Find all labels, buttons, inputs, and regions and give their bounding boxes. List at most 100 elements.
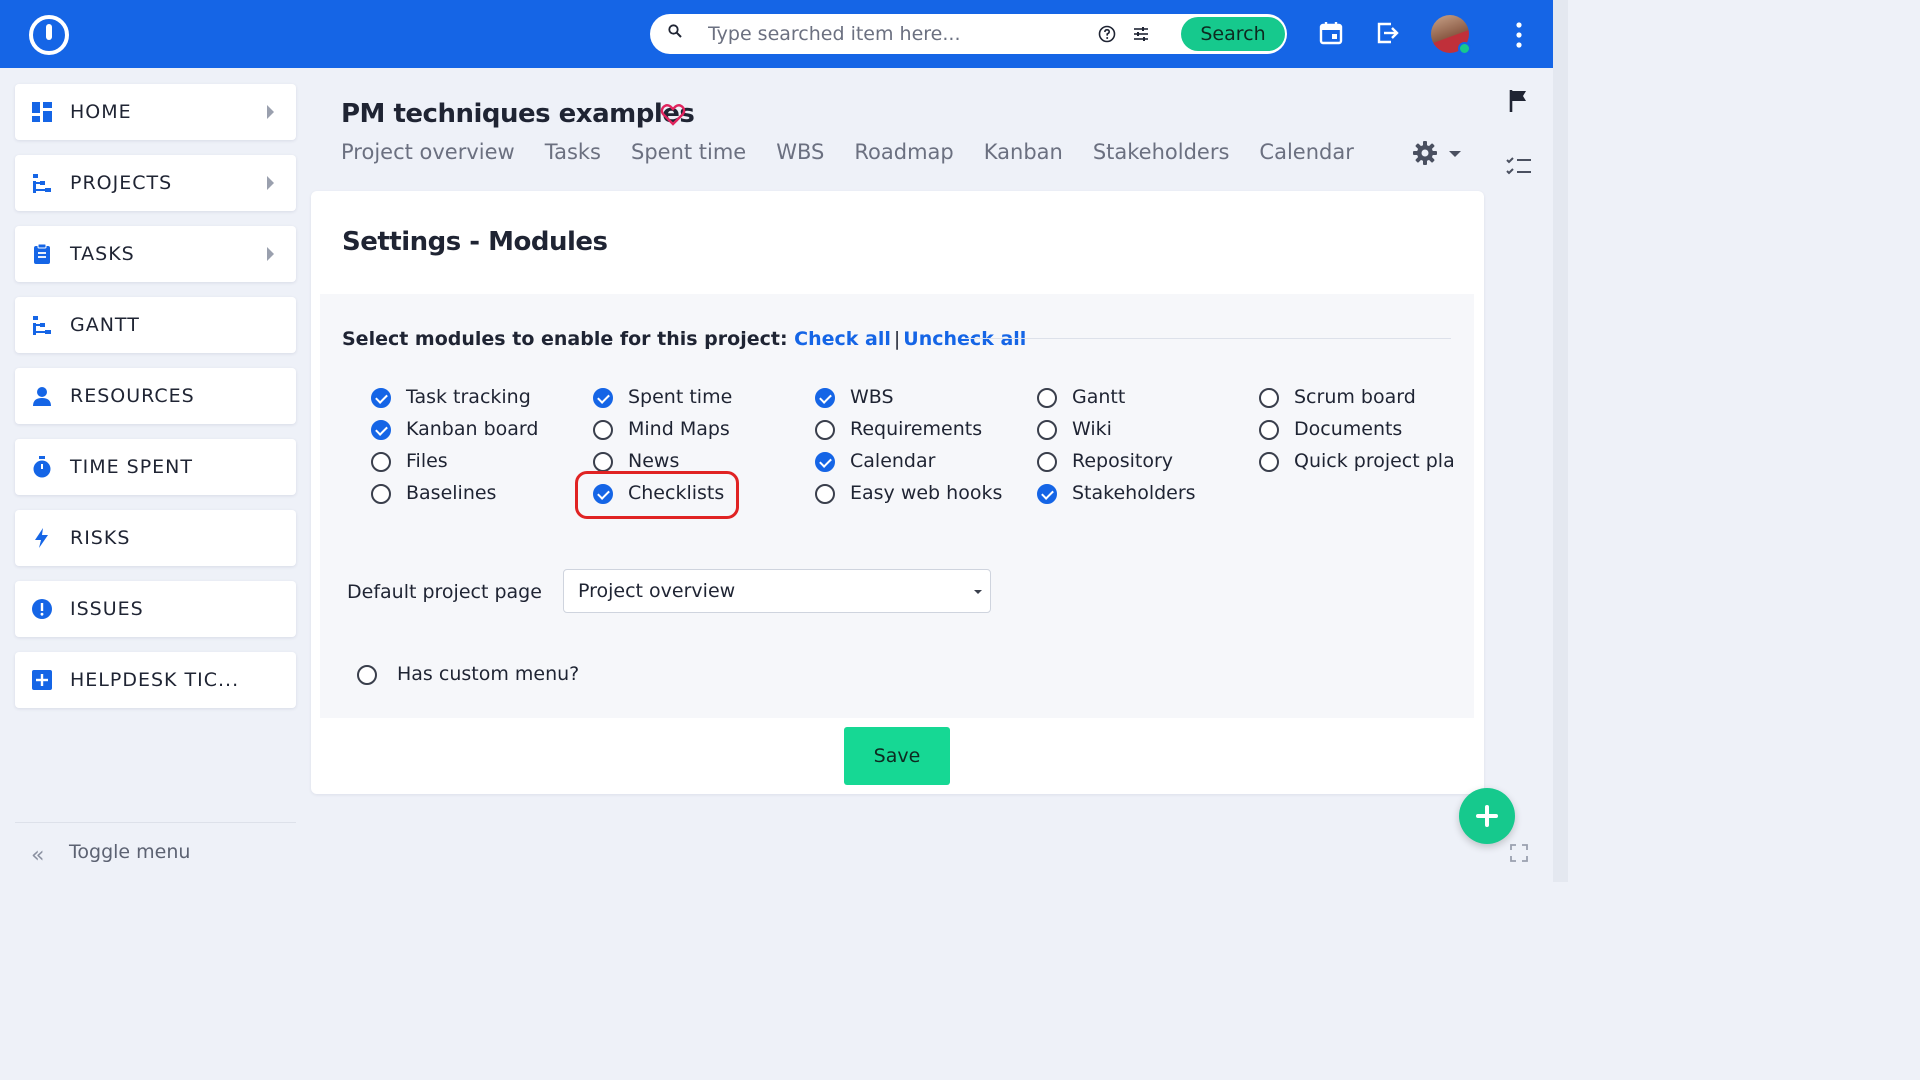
chevron-right-icon bbox=[267, 176, 274, 190]
checkbox-checked[interactable] bbox=[815, 388, 835, 408]
checkbox-unchecked[interactable] bbox=[1037, 452, 1057, 472]
sidebar: HOME PROJECTS TASKS GANTT RESOURCES TIME… bbox=[15, 84, 296, 723]
tab-stakeholders[interactable]: Stakeholders bbox=[1093, 140, 1230, 168]
module-label: Quick project plar bbox=[1294, 450, 1453, 472]
tab-wbs[interactable]: WBS bbox=[776, 140, 824, 168]
logout-icon[interactable] bbox=[1375, 20, 1401, 46]
checkbox-checked[interactable] bbox=[371, 420, 391, 440]
help-icon[interactable] bbox=[1098, 25, 1116, 43]
sidebar-item-label: RISKS bbox=[70, 527, 131, 549]
module-label: Scrum board bbox=[1294, 386, 1416, 408]
checkbox-checked[interactable] bbox=[815, 452, 835, 472]
checkbox-unchecked[interactable] bbox=[815, 484, 835, 504]
check-all-link[interactable]: Check all bbox=[794, 328, 891, 350]
checkbox-unchecked[interactable] bbox=[815, 420, 835, 440]
checkbox-unchecked[interactable] bbox=[357, 665, 377, 685]
calendar-icon[interactable] bbox=[1318, 20, 1344, 46]
chevron-right-icon bbox=[267, 247, 274, 261]
tab-project-overview[interactable]: Project overview bbox=[341, 140, 515, 168]
divider bbox=[965, 338, 1451, 339]
checklist-icon[interactable] bbox=[1505, 156, 1533, 178]
sidebar-item-label: RESOURCES bbox=[70, 385, 195, 407]
sidebar-item-issues[interactable]: ISSUES bbox=[15, 581, 296, 637]
module-quick-project-planner[interactable]: Quick project plar bbox=[1259, 450, 1453, 476]
custom-menu-label: Has custom menu? bbox=[397, 663, 580, 685]
checkbox-checked[interactable] bbox=[593, 388, 613, 408]
module-select-prompt: Select modules to enable for this projec… bbox=[342, 328, 788, 350]
checkbox-checked[interactable] bbox=[1037, 484, 1057, 504]
module-label: WBS bbox=[850, 386, 894, 408]
tab-spent-time[interactable]: Spent time bbox=[631, 140, 746, 168]
checkbox-unchecked[interactable] bbox=[371, 452, 391, 472]
sidebar-item-risks[interactable]: RISKS bbox=[15, 510, 296, 566]
default-page-value: Project overview bbox=[578, 580, 736, 602]
projects-icon bbox=[33, 174, 51, 193]
sidebar-item-label: GANTT bbox=[70, 314, 140, 336]
module-label: Task tracking bbox=[406, 386, 531, 408]
tab-kanban[interactable]: Kanban bbox=[984, 140, 1063, 168]
sidebar-item-resources[interactable]: RESOURCES bbox=[15, 368, 296, 424]
uncheck-all-link[interactable]: Uncheck all bbox=[903, 328, 1026, 350]
module-label: Files bbox=[406, 450, 448, 472]
checkbox-unchecked[interactable] bbox=[1037, 388, 1057, 408]
sidebar-item-label: HELPDESK TIC... bbox=[70, 669, 240, 691]
fullscreen-icon[interactable] bbox=[1510, 844, 1528, 862]
module-label: Wiki bbox=[1072, 418, 1112, 440]
module-label: Kanban board bbox=[406, 418, 539, 440]
annotation-highlight bbox=[575, 471, 739, 519]
checkbox-unchecked[interactable] bbox=[1259, 388, 1279, 408]
clipboard-icon bbox=[34, 243, 50, 264]
app-logo-icon[interactable] bbox=[29, 15, 69, 55]
sidebar-item-gantt[interactable]: GANTT bbox=[15, 297, 296, 353]
tab-calendar[interactable]: Calendar bbox=[1259, 140, 1353, 168]
tab-roadmap[interactable]: Roadmap bbox=[854, 140, 953, 168]
modules-section: Select modules to enable for this projec… bbox=[320, 294, 1474, 718]
module-label: Repository bbox=[1072, 450, 1174, 472]
global-search: Search bbox=[650, 14, 1287, 54]
sidebar-item-tasks[interactable]: TASKS bbox=[15, 226, 296, 282]
link-separator: | bbox=[893, 328, 901, 350]
module-label: Stakeholders bbox=[1072, 482, 1196, 504]
module-label: Baselines bbox=[406, 482, 497, 504]
add-fab-button[interactable] bbox=[1459, 788, 1515, 844]
flag-icon[interactable] bbox=[1508, 88, 1530, 114]
tab-tasks[interactable]: Tasks bbox=[545, 140, 601, 168]
sidebar-item-time-spent[interactable]: TIME SPENT bbox=[15, 439, 296, 495]
default-page-select[interactable]: Project overview bbox=[563, 569, 991, 613]
sidebar-item-home[interactable]: HOME bbox=[15, 84, 296, 140]
heart-icon[interactable] bbox=[660, 103, 686, 127]
caret-down-icon[interactable] bbox=[1449, 151, 1461, 157]
search-button[interactable]: Search bbox=[1181, 17, 1285, 51]
dashboard-icon bbox=[32, 102, 52, 122]
gantt-icon bbox=[33, 316, 51, 335]
more-menu-icon[interactable] bbox=[1512, 21, 1526, 49]
checkbox-unchecked[interactable] bbox=[1037, 420, 1057, 440]
module-select-line: Select modules to enable for this projec… bbox=[342, 328, 1026, 350]
alert-icon bbox=[32, 599, 52, 619]
checkbox-unchecked[interactable] bbox=[371, 484, 391, 504]
sidebar-item-projects[interactable]: PROJECTS bbox=[15, 155, 296, 211]
module-label: Calendar bbox=[850, 450, 936, 472]
user-avatar[interactable] bbox=[1431, 15, 1471, 55]
sidebar-item-helpdesk[interactable]: HELPDESK TIC... bbox=[15, 652, 296, 708]
toggle-menu[interactable]: « Toggle menu bbox=[15, 822, 296, 882]
top-bar: Search bbox=[0, 0, 1553, 68]
chevron-right-icon bbox=[267, 105, 274, 119]
online-status-icon bbox=[1458, 42, 1471, 55]
search-input[interactable] bbox=[708, 22, 1088, 46]
right-scrollbar[interactable] bbox=[1553, 0, 1568, 882]
gear-icon[interactable] bbox=[1412, 140, 1438, 166]
checkbox-checked[interactable] bbox=[371, 388, 391, 408]
default-page-label: Default project page bbox=[347, 581, 542, 603]
module-label: Spent time bbox=[628, 386, 733, 408]
module-label: Easy web hooks bbox=[850, 482, 1003, 504]
save-button[interactable]: Save bbox=[844, 727, 950, 785]
checkbox-unchecked[interactable] bbox=[593, 420, 613, 440]
caret-down-icon bbox=[974, 590, 982, 594]
checkbox-unchecked[interactable] bbox=[1259, 420, 1279, 440]
filter-settings-icon[interactable] bbox=[1132, 25, 1150, 43]
sidebar-item-label: ISSUES bbox=[70, 598, 144, 620]
plus-box-icon bbox=[32, 670, 52, 690]
checkbox-unchecked[interactable] bbox=[593, 452, 613, 472]
checkbox-unchecked[interactable] bbox=[1259, 452, 1279, 472]
